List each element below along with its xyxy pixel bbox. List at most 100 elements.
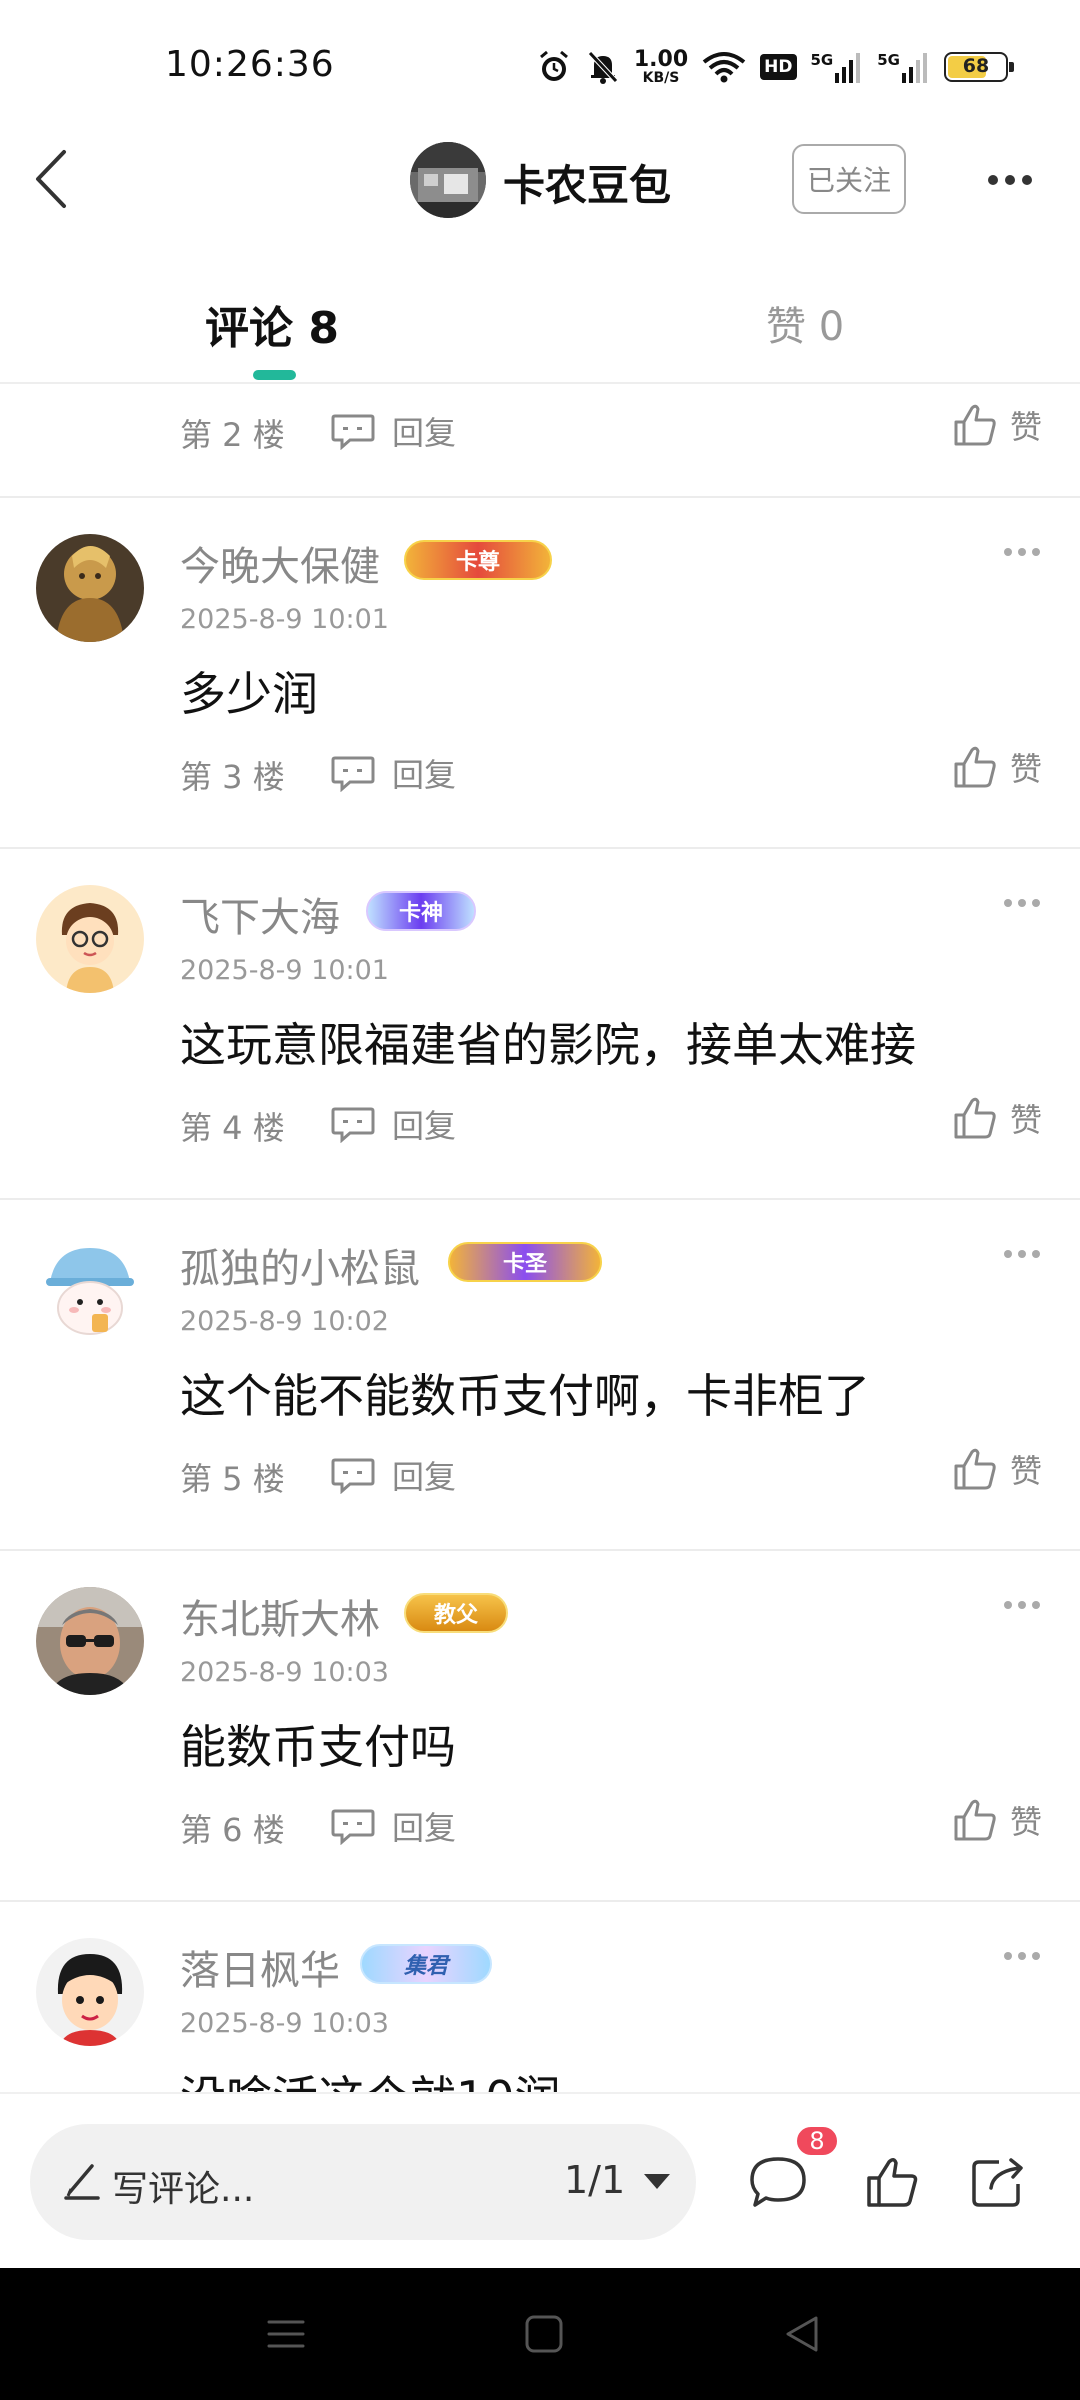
avatar[interactable]	[36, 534, 144, 642]
comment-item: 孤独的小松鼠 卡圣 2025-8-9 10:02 这个能不能数币支付啊，卡非柜了…	[0, 1200, 1080, 1551]
share-button[interactable]	[958, 2142, 1038, 2222]
home-square-icon[interactable]	[504, 2304, 584, 2364]
header-avatar[interactable]	[410, 142, 486, 218]
status-time: 10:26:36	[165, 44, 335, 85]
system-nav-bar	[0, 2268, 1080, 2400]
reply-icon	[331, 1107, 375, 1143]
more-horizontal-icon[interactable]	[1004, 899, 1040, 907]
commenter-name[interactable]: 落日枫华	[180, 1938, 340, 1996]
like-label: 赞	[1009, 1803, 1042, 1841]
reply-icon	[331, 1809, 375, 1845]
comment-list[interactable]: 第 2 楼 回复 赞 今晚大保健 卡尊 2025-8-9 10:01 多少润 第…	[0, 386, 1080, 2092]
like-button[interactable]: 赞	[952, 1797, 1042, 1843]
sim1-network-label: 5G	[810, 51, 834, 69]
battery-percent: 68	[962, 55, 990, 77]
level-badge: 卡神	[366, 891, 476, 931]
avatar[interactable]	[36, 1938, 144, 2046]
wifi-icon	[702, 50, 746, 84]
comment-item: 今晚大保健 卡尊 2025-8-9 10:01 多少润 第 3 楼 回复 赞	[0, 498, 1080, 849]
more-horizontal-icon[interactable]	[970, 155, 1050, 205]
commenter-name[interactable]: 今晚大保健	[180, 534, 380, 592]
reply-button[interactable]: 回复	[330, 1803, 456, 1849]
signal-icon: 5G	[811, 51, 864, 83]
comment-actions: 第 6 楼 回复 赞	[0, 1797, 1080, 1857]
comment-actions: 第 2 楼 回复 赞	[0, 402, 1080, 462]
more-horizontal-icon[interactable]	[1004, 548, 1040, 556]
reply-label: 回复	[392, 414, 457, 452]
hd-icon: HD	[760, 54, 797, 80]
avatar[interactable]	[36, 1587, 144, 1695]
alarm-icon	[536, 49, 572, 85]
avatar[interactable]	[36, 885, 144, 993]
more-horizontal-icon[interactable]	[1004, 1601, 1040, 1609]
comment-item-partial: 第 2 楼 回复 赞	[0, 386, 1080, 498]
share-icon	[972, 2158, 1023, 2207]
comment-icon	[750, 2157, 806, 2207]
more-horizontal-icon[interactable]	[1004, 1250, 1040, 1258]
comment-count-badge: 8	[794, 2124, 840, 2158]
comment-text: 能数币支付吗	[180, 1720, 456, 1774]
reply-label: 回复	[392, 1809, 457, 1847]
tab-likes[interactable]: 赞 0	[766, 294, 844, 352]
chevron-left-icon	[36, 150, 66, 208]
commenter-name[interactable]: 飞下大海	[180, 885, 340, 943]
back-triangle-icon[interactable]	[762, 2304, 842, 2364]
comment-time: 2025-8-9 10:01	[180, 955, 389, 986]
like-label: 赞	[1009, 1101, 1042, 1139]
app-header: 卡农豆包 已关注	[0, 130, 1080, 230]
like-post-button[interactable]	[852, 2142, 932, 2222]
follow-button[interactable]: 已关注	[792, 144, 906, 214]
reply-button[interactable]: 回复	[330, 750, 456, 796]
like-button[interactable]: 赞	[952, 402, 1042, 448]
thumbs-up-icon	[954, 1097, 996, 1139]
net-speed: 1.00 KB/S	[633, 47, 689, 86]
thumbs-up-icon	[954, 404, 996, 446]
back-button[interactable]	[22, 144, 82, 214]
pencil-icon	[64, 2164, 100, 2200]
level-badge: 教父	[404, 1593, 508, 1633]
reply-icon	[331, 414, 375, 450]
level-badge: 卡圣	[448, 1242, 602, 1282]
status-bar: 10:26:36 1.00 KB/S HD 5G 5G 68	[0, 0, 1080, 130]
reply-label: 回复	[392, 1458, 457, 1496]
page-title: 卡农豆包	[503, 161, 672, 210]
comment-item: 飞下大海 卡神 2025-8-9 10:01 这玩意限福建省的影院，接单太难接 …	[0, 849, 1080, 1200]
chevron-down-icon[interactable]	[644, 2174, 670, 2189]
thumbs-up-icon	[867, 2158, 918, 2207]
mute-bell-icon	[586, 49, 620, 85]
bottom-bar: 写评论... 1/1 8	[0, 2092, 1080, 2268]
reply-button[interactable]: 回复	[330, 1452, 456, 1498]
tab-comments[interactable]: 评论 8	[205, 292, 339, 356]
comment-text: 没啥活这个就10润	[180, 2062, 561, 2092]
like-button[interactable]: 赞	[952, 1446, 1042, 1492]
like-label: 赞	[1009, 1452, 1042, 1490]
floor-number: 第 2 楼	[180, 416, 285, 454]
net-speed-value: 1.00	[633, 47, 689, 72]
comment-time: 2025-8-9 10:01	[180, 604, 389, 635]
like-label: 赞	[1009, 408, 1042, 446]
menu-icon[interactable]	[246, 2304, 326, 2364]
reply-button[interactable]: 回复	[330, 408, 456, 454]
comment-time: 2025-8-9 10:03	[180, 2008, 389, 2039]
comment-text: 多少润	[180, 667, 318, 721]
net-speed-unit: KB/S	[642, 70, 680, 86]
tab-bar: 评论 8 赞 0	[0, 260, 1080, 384]
reply-button[interactable]: 回复	[330, 1101, 456, 1147]
commenter-name[interactable]: 东北斯大林	[180, 1587, 380, 1645]
signal-icon: 5G	[877, 51, 930, 83]
more-horizontal-icon[interactable]	[1004, 1952, 1040, 1960]
like-button[interactable]: 赞	[952, 744, 1042, 790]
page-indicator[interactable]: 1/1	[564, 2158, 625, 2202]
thumbs-up-icon	[954, 746, 996, 788]
avatar[interactable]	[36, 1236, 144, 1344]
comment-actions: 第 3 楼 回复 赞	[0, 744, 1080, 804]
reply-label: 回复	[392, 1107, 457, 1145]
like-button[interactable]: 赞	[952, 1095, 1042, 1141]
comment-actions: 第 5 楼 回复 赞	[0, 1446, 1080, 1506]
reply-icon	[331, 1458, 375, 1494]
comment-input[interactable]: 写评论... 1/1	[30, 2124, 696, 2240]
comment-text: 这个能不能数币支付啊，卡非柜了	[180, 1369, 870, 1423]
tab-active-indicator	[253, 370, 296, 380]
comment-text: 这玩意限福建省的影院，接单太难接	[180, 1018, 916, 1072]
commenter-name[interactable]: 孤独的小松鼠	[180, 1236, 420, 1294]
